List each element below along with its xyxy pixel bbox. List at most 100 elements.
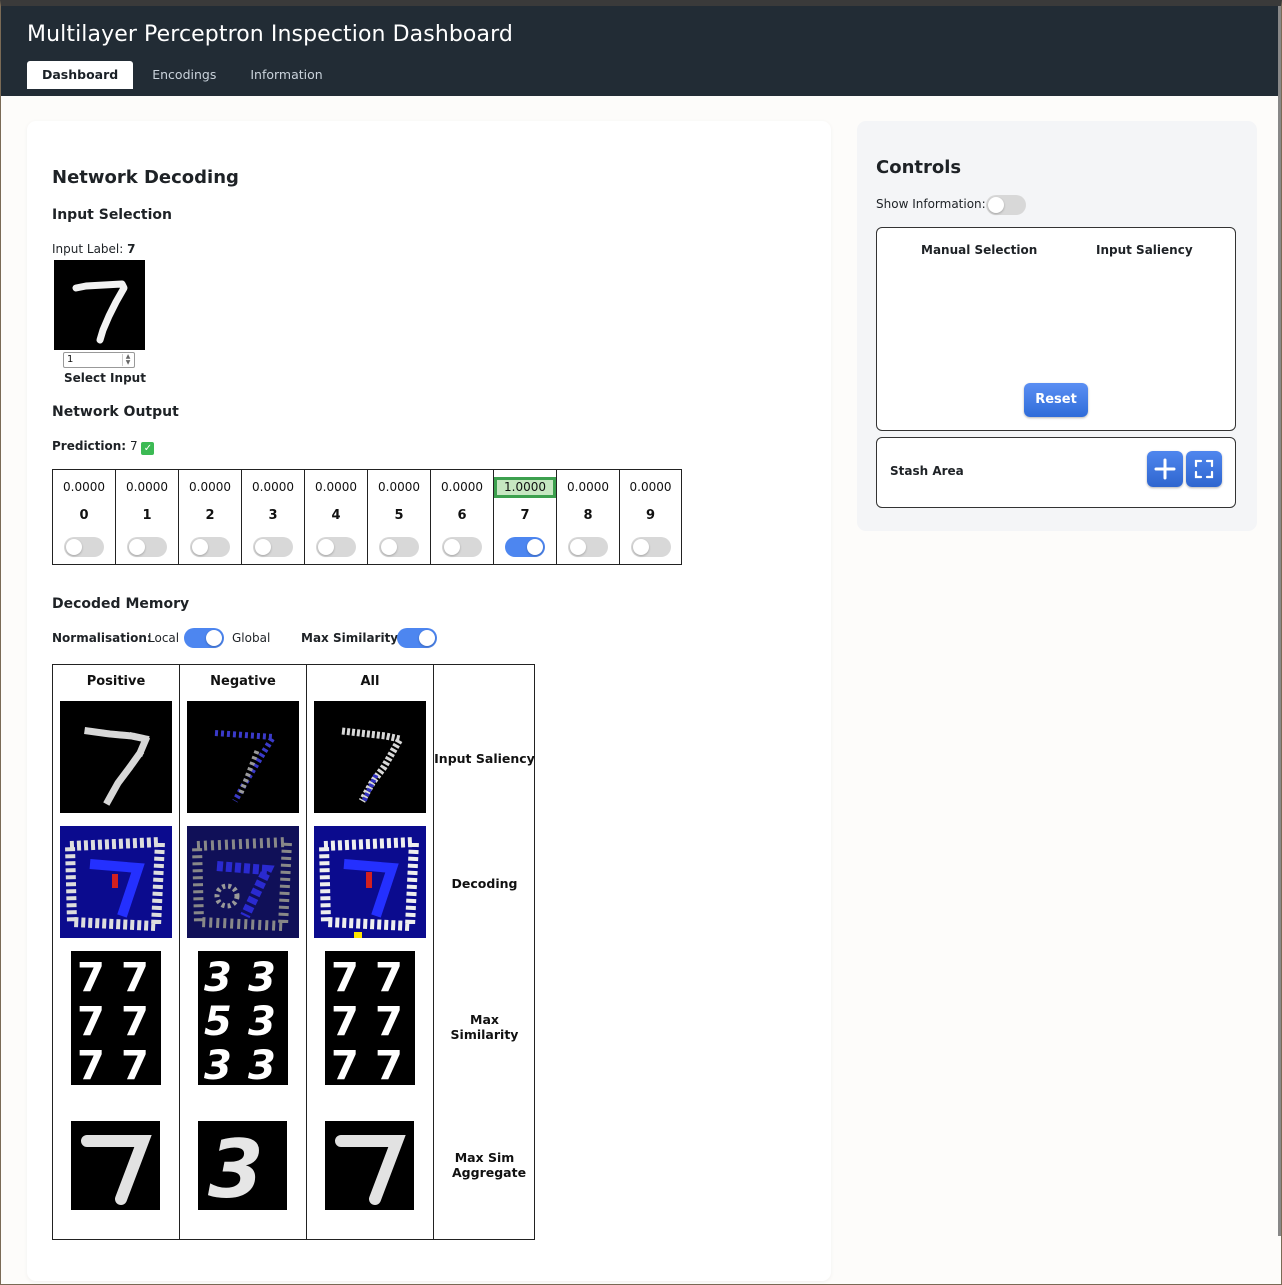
manual-selection-label: Manual Selection: [921, 243, 1038, 257]
output-cell-7: 1.0000 7: [494, 470, 557, 564]
row-label-max-similarity: Max Similarity: [450, 1012, 519, 1042]
output-cell-9: 0.0000 9: [620, 470, 681, 564]
output-cell-8: 0.0000 8: [557, 470, 620, 564]
max-similarity-toggle[interactable]: [397, 628, 437, 648]
svg-text:3: 3: [248, 999, 276, 1045]
aggregate-positive-image: [71, 1121, 160, 1210]
svg-text:7: 7: [375, 955, 403, 1001]
normalisation-global-label: Global: [232, 631, 271, 645]
svg-text:7: 7: [77, 999, 105, 1045]
plus-icon: [1154, 458, 1176, 480]
check-icon: ✓: [141, 442, 155, 455]
output-toggle-1[interactable]: [127, 537, 167, 557]
max-similarity-positive-image: 777777: [71, 951, 161, 1089]
output-cell-2: 0.0000 2: [179, 470, 242, 564]
input-index-spinner[interactable]: 1 ▲ ▼: [63, 352, 135, 368]
output-toggle-6[interactable]: [442, 537, 482, 557]
output-toggle-2[interactable]: [190, 537, 230, 557]
controls-title: Controls: [876, 157, 962, 178]
column-positive: Positive 777777: [53, 665, 180, 1239]
column-header: All: [360, 674, 380, 689]
output-value: 0.0000: [252, 480, 294, 494]
svg-text:3: 3: [248, 955, 276, 1001]
output-toggle-3[interactable]: [253, 537, 293, 557]
show-information-toggle[interactable]: [986, 195, 1026, 215]
network-output-heading: Network Output: [52, 404, 179, 420]
section-title: Network Decoding: [52, 167, 239, 188]
output-toggle-0[interactable]: [64, 537, 104, 557]
output-toggle-4[interactable]: [316, 537, 356, 557]
output-label: 5: [394, 508, 404, 523]
svg-text:7: 7: [77, 1043, 105, 1085]
decoding-negative-image: [187, 826, 299, 938]
tab-encodings[interactable]: Encodings: [137, 61, 231, 89]
app-title: Multilayer Perceptron Inspection Dashboa…: [27, 22, 513, 47]
output-label: 9: [645, 508, 656, 523]
output-label: 3: [268, 508, 278, 523]
input-label-value: 7: [127, 242, 136, 256]
output-value: 0.0000: [126, 480, 168, 494]
controls-card: Controls Show Information: Manual Select…: [857, 121, 1257, 531]
svg-text:3: 3: [248, 1043, 276, 1085]
stash-expand-button[interactable]: [1186, 451, 1222, 487]
output-value: 0.0000: [629, 480, 672, 494]
output-value: 0.0000: [189, 480, 231, 494]
output-label: 2: [205, 508, 215, 523]
svg-text:7: 7: [331, 1043, 359, 1085]
svg-text:5: 5: [204, 999, 232, 1045]
output-value: 0.0000: [378, 480, 420, 494]
output-value: 0.0000: [63, 480, 105, 494]
tab-information[interactable]: Information: [235, 61, 337, 89]
output-value: 0.0000: [315, 480, 357, 494]
output-label: 6: [457, 508, 467, 523]
tab-bar: Dashboard Encodings Information: [27, 61, 338, 89]
output-value: 0.0000: [441, 480, 483, 494]
row-label-max-sim-aggregate: Max Sim Aggregate: [452, 1150, 527, 1180]
output-cell-4: 0.0000 4: [305, 470, 368, 564]
saliency-negative-image: [187, 701, 299, 813]
svg-text:3: 3: [208, 1123, 264, 1210]
stash-area-label: Stash Area: [890, 464, 964, 478]
output-label: 8: [583, 508, 593, 523]
saliency-all-image: [314, 701, 426, 813]
scrollbar[interactable]: [1278, 6, 1281, 1236]
tab-dashboard[interactable]: Dashboard: [27, 61, 134, 89]
output-cell-0: 0.0000 0: [53, 470, 116, 564]
input-label: Input Label: 7: [52, 242, 136, 256]
input-label-prefix: Input Label:: [52, 242, 124, 256]
reset-button[interactable]: Reset: [1024, 383, 1088, 417]
output-cell-3: 0.0000 3: [242, 470, 305, 564]
output-toggle-5[interactable]: [379, 537, 419, 557]
output-cell-6: 0.0000 6: [431, 470, 494, 564]
input-digit-image: [54, 260, 145, 350]
stash-add-button[interactable]: [1147, 451, 1183, 487]
column-header: Negative: [210, 674, 276, 689]
normalisation-toggle[interactable]: [184, 628, 224, 648]
column-negative: Negative 335333 3: [180, 665, 307, 1239]
prediction-label: Prediction:: [52, 439, 127, 453]
row-label-decoding: Decoding: [451, 876, 518, 891]
network-decoding-card: Network Decoding Input Selection Input L…: [27, 121, 831, 1281]
svg-text:7: 7: [121, 999, 149, 1045]
output-value-highlighted: 1.0000: [494, 477, 556, 498]
output-toggle-8[interactable]: [568, 537, 608, 557]
column-all: All 777777: [307, 665, 434, 1239]
output-label: 4: [331, 508, 341, 523]
decoded-memory-grid: Positive 777777 Negative 33 5 3 3 3 3 Al…: [52, 664, 535, 1240]
output-grid: 0.0000 0 0.0000 1 0.0000 2 0.0000 3 0.0000 4 …: [52, 469, 682, 565]
svg-text:7: 7: [77, 955, 105, 1001]
row-label-input-saliency: Input Saliency: [434, 751, 535, 766]
normalisation-label: Normalisation:: [52, 631, 152, 645]
output-toggle-9[interactable]: [631, 537, 671, 557]
svg-text:7: 7: [375, 999, 403, 1045]
output-label: 7: [520, 508, 530, 523]
normalisation-local-label: Local: [148, 631, 180, 645]
svg-text:3: 3: [204, 1043, 232, 1085]
decoding-positive-image: [60, 826, 172, 938]
stash-area: Stash Area: [876, 437, 1236, 508]
output-label: 0: [79, 508, 89, 523]
output-toggle-7[interactable]: [505, 537, 545, 557]
max-similarity-negative-image: 335333: [198, 951, 288, 1089]
spinner-arrows-icon[interactable]: ▲ ▼: [122, 354, 133, 366]
spinner-value: 1: [67, 354, 74, 365]
